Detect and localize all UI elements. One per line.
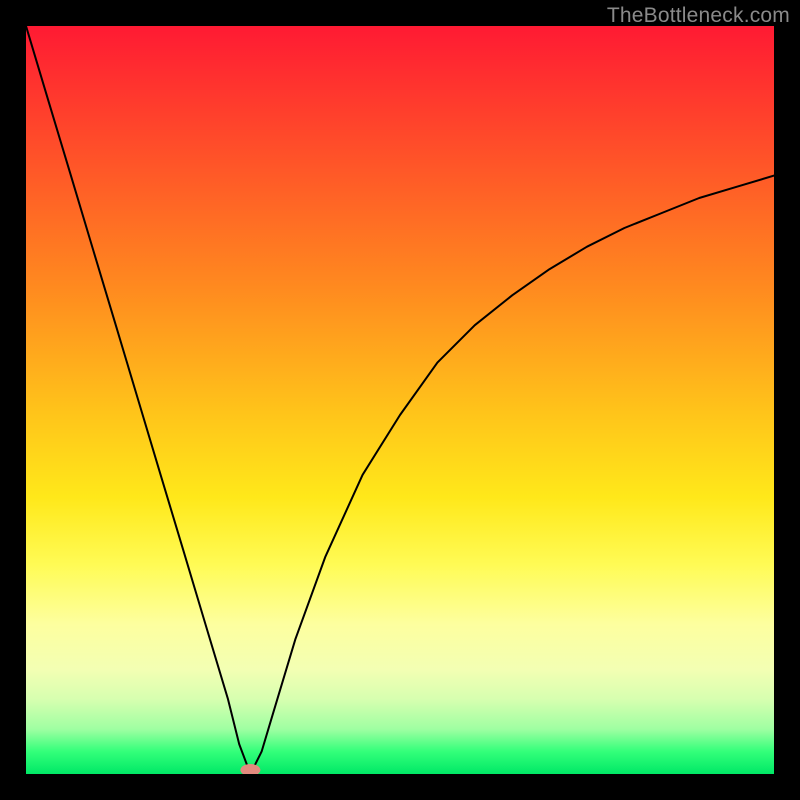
- optimal-point-marker: [240, 764, 260, 774]
- watermark-text: TheBottleneck.com: [607, 4, 790, 28]
- bottleneck-curve: [26, 26, 774, 774]
- plot-area: [26, 26, 774, 774]
- chart-svg: [26, 26, 774, 774]
- chart-frame: TheBottleneck.com: [0, 0, 800, 800]
